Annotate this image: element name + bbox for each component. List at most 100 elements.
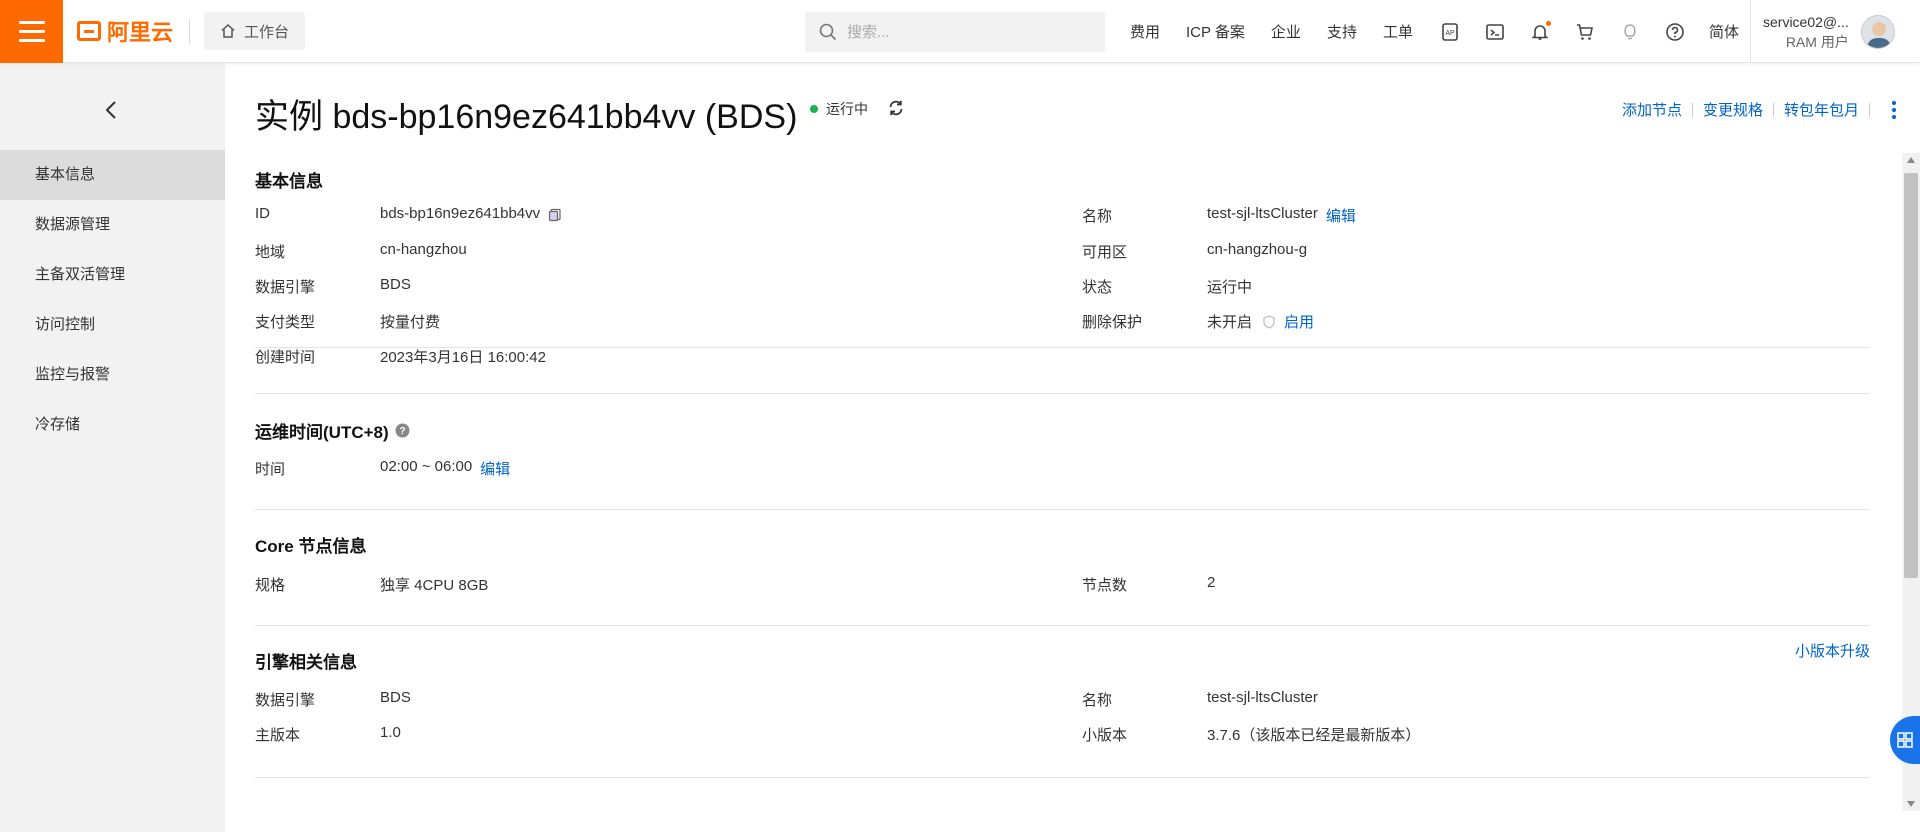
user-role: RAM 用户 — [1785, 33, 1849, 50]
scroll-down-arrow-icon[interactable] — [1907, 801, 1915, 807]
page-title: 实例 bds-bp16n9ez641bb4vv (BDS) — [255, 98, 798, 136]
info-label: 小版本 — [1082, 727, 1128, 744]
scrollbar[interactable] — [1902, 153, 1920, 811]
section-title: 引擎相关信息 — [255, 653, 357, 672]
info-label: 创建时间 — [255, 349, 316, 366]
info-value: 运行中 — [1207, 279, 1253, 296]
sidebar-item-monitoring[interactable]: 监控与报警 — [0, 350, 225, 400]
scroll-up-arrow-icon[interactable] — [1907, 157, 1915, 163]
divider — [1691, 102, 1693, 117]
help-icon[interactable]: ? — [395, 423, 410, 438]
info-value: BDS — [380, 276, 411, 293]
info-row: 名称 test-sjl-ltsCluster — [1082, 689, 1318, 710]
detail-panel: 基本信息 ID bds-bp16n9ez641bb4vv 地域 cn-hangz… — [255, 143, 1870, 778]
sidebar-menu: 基本信息 数据源管理 主备双活管理 访问控制 监控与报警 冷存储 — [0, 150, 225, 450]
info-value: 未开启 — [1207, 314, 1253, 331]
info-label: 可用区 — [1082, 244, 1128, 261]
section-title: Core 节点信息 — [255, 537, 367, 556]
change-spec-link[interactable]: 变更规格 — [1703, 99, 1763, 120]
info-label: 状态 — [1082, 279, 1113, 296]
refresh-icon[interactable] — [887, 99, 905, 117]
info-row: 数据引擎 BDS — [255, 276, 411, 297]
edit-name-link[interactable]: 编辑 — [1326, 205, 1356, 226]
home-icon — [221, 23, 235, 38]
info-row: 节点数 2 — [1082, 574, 1215, 595]
lightbulb-icon[interactable] — [1619, 21, 1641, 43]
notification-dot — [1545, 20, 1551, 26]
info-label: 规格 — [255, 577, 286, 594]
info-label: 名称 — [1082, 208, 1113, 225]
info-value: cn-hangzhou — [380, 241, 467, 258]
info-value: 2023年3月16日 16:00:42 — [380, 349, 546, 366]
copy-icon[interactable] — [548, 208, 562, 222]
header-actions: 添加节点 变更规格 转包年包月 — [1622, 99, 1896, 120]
info-label: 数据引擎 — [255, 279, 316, 296]
sidebar: 基本信息 数据源管理 主备双活管理 访问控制 监控与报警 冷存储 — [0, 63, 225, 832]
info-row: ID bds-bp16n9ez641bb4vv — [255, 205, 562, 222]
nav-icp[interactable]: ICP 备案 — [1186, 21, 1245, 42]
status-dot — [810, 105, 818, 113]
info-label: ID — [255, 205, 270, 222]
language-switch[interactable]: 简体 — [1709, 21, 1739, 42]
status-text: 运行中 — [826, 101, 868, 117]
workbench-label: 工作台 — [244, 23, 290, 41]
sidebar-item-access-control[interactable]: 访问控制 — [0, 300, 225, 350]
section-title: 基本信息 — [255, 172, 323, 191]
info-label: 名称 — [1082, 692, 1113, 709]
top-nav: 费用 ICP 备案 企业 支持 工单 AP 简体 — [1130, 0, 1765, 63]
info-value: 3.7.6（该版本已经是最新版本） — [1207, 727, 1421, 744]
divider — [189, 18, 191, 44]
scroll-thumb[interactable] — [1904, 173, 1918, 578]
instance-id: bds-bp16n9ez641bb4vv — [380, 205, 541, 222]
terminal-icon[interactable] — [1484, 21, 1506, 43]
app-icon[interactable]: AP — [1439, 21, 1461, 43]
svg-text:AP: AP — [1445, 30, 1455, 37]
aliyun-logo[interactable]: 阿里云 — [63, 0, 187, 63]
info-row: 地域 cn-hangzhou — [255, 241, 467, 262]
add-node-link[interactable]: 添加节点 — [1622, 99, 1682, 120]
nav-ticket[interactable]: 工单 — [1383, 21, 1413, 42]
back-arrow-icon[interactable] — [100, 98, 124, 122]
convert-subscription-link[interactable]: 转包年包月 — [1784, 99, 1859, 120]
cart-icon[interactable] — [1574, 21, 1596, 43]
enable-protection-link[interactable]: 启用 — [1284, 311, 1314, 332]
user-menu[interactable]: service02@... RAM 用户 — [1750, 0, 1895, 63]
search-icon — [819, 23, 837, 41]
info-row: 规格 独享 4CPU 8GB — [255, 574, 488, 595]
search-input[interactable] — [847, 23, 1087, 41]
nav-enterprise[interactable]: 企业 — [1271, 21, 1301, 42]
sidebar-item-cold-storage[interactable]: 冷存储 — [0, 400, 225, 450]
workbench-button[interactable]: 工作台 — [204, 12, 306, 50]
info-row: 主版本 1.0 — [255, 724, 401, 745]
sidebar-item-active-active[interactable]: 主备双活管理 — [0, 250, 225, 300]
user-name: service02@... — [1763, 13, 1849, 30]
info-row: 创建时间 2023年3月16日 16:00:42 — [255, 346, 546, 367]
bell-icon[interactable] — [1529, 20, 1551, 43]
minor-upgrade-link[interactable]: 小版本升级 — [1795, 640, 1870, 661]
info-row: 状态 运行中 — [1082, 276, 1252, 297]
core-node-section: Core 节点信息 规格 独享 4CPU 8GB 节点数 2 — [255, 510, 1870, 626]
status-badge: 运行中 — [810, 99, 868, 119]
sidebar-item-datasource[interactable]: 数据源管理 — [0, 200, 225, 250]
nav-support[interactable]: 支持 — [1327, 21, 1357, 42]
divider — [1869, 102, 1870, 117]
nav-billing[interactable]: 费用 — [1130, 21, 1160, 42]
node-count: 2 — [1207, 574, 1216, 591]
info-row: 可用区 cn-hangzhou-g — [1082, 241, 1307, 262]
info-value: BDS — [380, 689, 411, 706]
edit-maintenance-link[interactable]: 编辑 — [480, 458, 510, 479]
search-box[interactable] — [805, 12, 1105, 52]
avatar[interactable] — [1860, 14, 1895, 49]
info-label: 支付类型 — [255, 314, 316, 331]
basic-info-section: 基本信息 ID bds-bp16n9ez641bb4vv 地域 cn-hangz… — [255, 143, 1870, 366]
help-icon[interactable] — [1664, 21, 1686, 43]
info-row: 删除保护 未开启 启用 — [1082, 311, 1314, 332]
info-value: test-sjl-ltsCluster — [1207, 689, 1318, 706]
info-label: 时间 — [255, 461, 286, 478]
top-bar: 阿里云 工作台 费用 ICP 备案 企业 支持 工单 AP — [0, 0, 1920, 63]
info-label: 地域 — [255, 244, 286, 261]
sidebar-item-basic-info[interactable]: 基本信息 — [0, 150, 225, 200]
menu-icon[interactable] — [0, 0, 63, 63]
more-actions-icon[interactable] — [1892, 100, 1896, 119]
info-label: 主版本 — [255, 727, 301, 744]
